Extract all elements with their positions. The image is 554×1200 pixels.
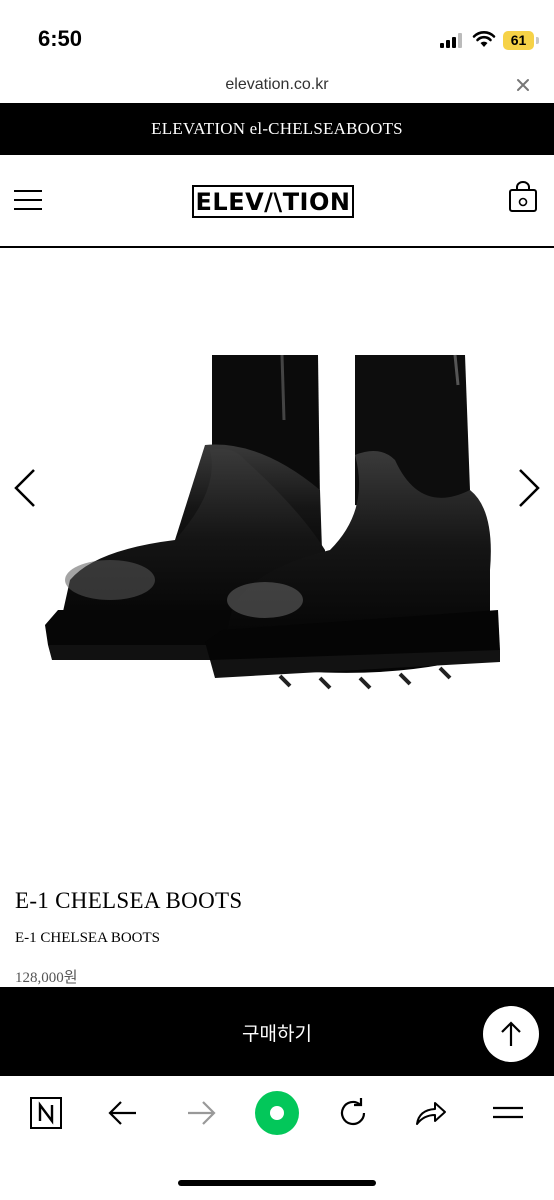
shopping-bag-icon[interactable] [508,181,538,213]
wifi-icon [472,31,496,47]
buy-button-label: 구매하기 [242,1023,312,1045]
menu-lines-icon[interactable] [491,1096,525,1130]
logo-text: ELEV/\TION [195,188,351,216]
close-icon[interactable] [514,76,532,94]
browser-url-bar[interactable]: elevation.co.kr [0,70,554,103]
battery-nub [536,37,539,44]
black-chelsea-boots-photo [45,354,500,690]
announcement-bar: ELEVATION el-CHELSEABOOTS [0,103,554,155]
site-header: ELEV/\TION [0,155,554,248]
site-logo[interactable]: ELEV/\TION [192,185,354,218]
hamburger-menu-icon[interactable] [14,188,42,212]
battery-level: 61 [510,32,527,48]
battery-indicator: 61 [503,31,539,50]
back-arrow-icon[interactable] [106,1096,140,1130]
share-icon[interactable] [413,1096,447,1130]
url-text[interactable]: elevation.co.kr [0,76,554,94]
green-dot-icon[interactable] [254,1090,300,1136]
home-indicator [178,1180,376,1186]
announcement-text: ELEVATION el-CHELSEABOOTS [151,119,403,138]
status-time: 6:50 [38,26,83,51]
signal-icon [440,33,462,48]
product-subtitle: E-1 CHELSEA BOOTS [15,930,161,946]
carousel-prev-arrow-icon[interactable] [12,468,38,508]
naver-home-icon[interactable] [29,1096,63,1130]
forward-arrow-icon[interactable] [184,1096,218,1130]
buy-button[interactable]: 구매하기 [0,987,554,1076]
arrow-up-icon [501,1021,521,1046]
carousel-next-arrow-icon[interactable] [516,468,542,508]
product-price: 128,000원 [15,970,78,986]
reload-icon[interactable] [336,1096,370,1130]
product-title: E-1 CHELSEA BOOTS [15,888,243,913]
scroll-to-top-button[interactable] [483,1006,539,1062]
status-bar: 6:50 61 [0,0,554,70]
